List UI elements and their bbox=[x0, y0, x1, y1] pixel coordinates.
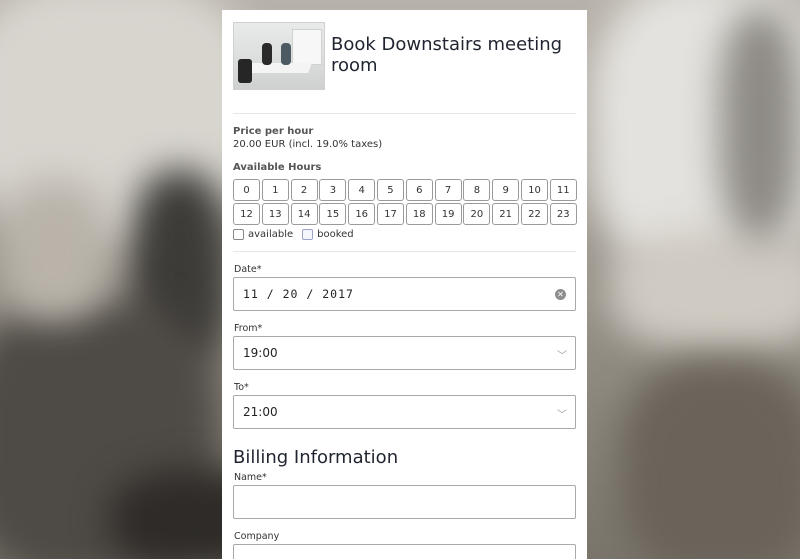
divider bbox=[233, 113, 576, 114]
hour-slot[interactable]: 1 bbox=[261, 179, 289, 201]
hour-slot[interactable]: 3 bbox=[319, 179, 347, 201]
date-input[interactable]: 11 / 20 / 2017 ✕ bbox=[233, 277, 576, 311]
legend-booked: booked bbox=[317, 229, 354, 240]
name-input[interactable] bbox=[233, 485, 576, 519]
hour-slot[interactable]: 23 bbox=[549, 203, 577, 225]
hour-slot[interactable]: 9 bbox=[492, 179, 520, 201]
room-header: Book Downstairs meeting room bbox=[233, 22, 576, 102]
hour-slot[interactable]: 16 bbox=[348, 203, 376, 225]
available-swatch bbox=[233, 229, 244, 240]
hours-grid: 0 1 2 3 4 5 6 7 8 9 10 11 12 13 14 15 16 17 18 19 20 21 22 23 bbox=[233, 179, 577, 225]
hour-slot[interactable]: 19 bbox=[434, 203, 462, 225]
hour-slot[interactable]: 0 bbox=[233, 179, 260, 201]
hour-slot[interactable]: 21 bbox=[492, 203, 520, 225]
hour-slot[interactable]: 2 bbox=[290, 179, 318, 201]
booking-card: Book Downstairs meeting room Price per h… bbox=[222, 10, 587, 559]
to-label: To* bbox=[234, 382, 249, 393]
date-value: 11 / 20 / 2017 bbox=[243, 287, 354, 301]
company-input[interactable] bbox=[233, 544, 576, 559]
price-label: Price per hour bbox=[233, 126, 314, 137]
available-hours-label: Available Hours bbox=[233, 162, 322, 173]
from-label: From* bbox=[234, 323, 263, 334]
date-label: Date* bbox=[234, 264, 262, 275]
legend-available: available bbox=[248, 229, 294, 240]
hours-legend: available booked bbox=[233, 229, 576, 240]
hour-slot[interactable]: 4 bbox=[348, 179, 376, 201]
hour-slot[interactable]: 6 bbox=[405, 179, 433, 201]
divider bbox=[233, 251, 576, 252]
chevron-down-icon: ﹀ bbox=[557, 410, 567, 421]
hour-slot[interactable]: 20 bbox=[463, 203, 491, 225]
hour-slot[interactable]: 11 bbox=[549, 179, 577, 201]
hour-slot[interactable]: 12 bbox=[233, 203, 260, 225]
hour-slot[interactable]: 14 bbox=[290, 203, 318, 225]
chevron-down-icon: ﹀ bbox=[557, 351, 567, 362]
room-title: Book Downstairs meeting room bbox=[331, 34, 563, 76]
company-label: Company bbox=[234, 531, 280, 542]
price-value: 20.00 EUR (incl. 19.0% taxes) bbox=[233, 139, 383, 150]
hour-slot[interactable]: 22 bbox=[520, 203, 548, 225]
hour-slot[interactable]: 17 bbox=[376, 203, 404, 225]
name-label: Name* bbox=[234, 472, 267, 483]
hour-slot[interactable]: 10 bbox=[520, 179, 548, 201]
clear-circle-icon[interactable]: ✕ bbox=[555, 289, 566, 300]
hour-slot[interactable]: 15 bbox=[319, 203, 347, 225]
from-value: 19:00 bbox=[243, 346, 278, 360]
hour-slot[interactable]: 5 bbox=[376, 179, 404, 201]
hour-slot[interactable]: 18 bbox=[405, 203, 433, 225]
booked-swatch bbox=[302, 229, 314, 240]
billing-title: Billing Information bbox=[233, 447, 399, 468]
hour-slot[interactable]: 13 bbox=[261, 203, 289, 225]
to-value: 21:00 bbox=[243, 405, 278, 419]
to-select[interactable]: 21:00 ﹀ bbox=[233, 395, 576, 429]
from-select[interactable]: 19:00 ﹀ bbox=[233, 336, 576, 370]
room-photo bbox=[233, 22, 325, 90]
hour-slot[interactable]: 8 bbox=[463, 179, 491, 201]
hour-slot[interactable]: 7 bbox=[434, 179, 462, 201]
